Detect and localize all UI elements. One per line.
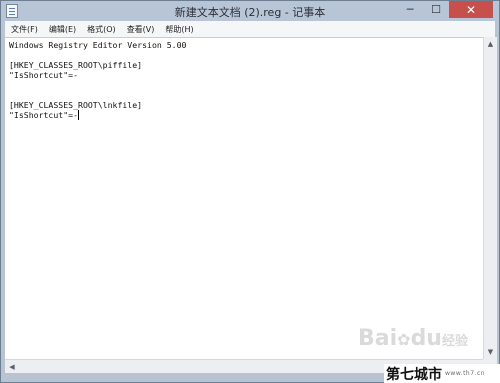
scroll-left-icon[interactable]: ◀: [5, 360, 19, 373]
editor-content[interactable]: Windows Registry Editor Version 5.00 [HK…: [5, 38, 483, 120]
menu-edit[interactable]: 编辑(E): [49, 24, 76, 35]
baidu-jingyan-watermark: Bai✿du经验: [358, 326, 468, 351]
close-button[interactable]: ✕: [449, 1, 493, 18]
text-editor[interactable]: Windows Registry Editor Version 5.00 [HK…: [5, 37, 483, 359]
text-line-with-caret: "IsShortcut"=-: [9, 110, 483, 120]
menu-format[interactable]: 格式(O): [87, 24, 116, 35]
scroll-up-icon[interactable]: ▲: [484, 37, 497, 51]
menu-help[interactable]: 帮助(H): [165, 24, 193, 35]
window-controls: ─ ☐ ✕: [397, 1, 493, 19]
minimize-button[interactable]: ─: [397, 1, 423, 18]
text-caret: [78, 110, 80, 120]
scroll-down-icon[interactable]: ▼: [484, 345, 497, 359]
notepad-icon: [6, 4, 18, 18]
site-logo: 第七城市 www.th7.cn: [384, 364, 500, 383]
vertical-scrollbar[interactable]: ▲ ▼: [483, 37, 497, 359]
menu-bar: 文件(F) 编辑(E) 格式(O) 查看(V) 帮助(H): [5, 21, 495, 37]
window-title: 新建文本文档 (2).reg - 记事本: [174, 6, 326, 19]
maximize-button[interactable]: ☐: [423, 1, 449, 18]
text-line: "IsShortcut"=-: [9, 70, 79, 80]
text-line: [HKEY_CLASSES_ROOT\piffile]: [9, 60, 143, 70]
text-line: [9, 50, 483, 60]
menu-file[interactable]: 文件(F): [11, 24, 38, 35]
title-bar[interactable]: 新建文本文档 (2).reg - 记事本 ─ ☐ ✕: [1, 1, 499, 21]
watermark-text-b: du: [410, 326, 442, 351]
site-url: www.th7.cn: [445, 370, 486, 377]
text-line-last: "IsShortcut"=-: [9, 110, 79, 120]
text-line: [9, 80, 483, 90]
text-line: Windows Registry Editor Version 5.00: [9, 40, 187, 50]
menu-view[interactable]: 查看(V): [127, 24, 155, 35]
site-name: 第七城市: [386, 366, 442, 383]
watermark-text-a: Bai: [358, 326, 398, 351]
text-line: [9, 90, 483, 100]
text-line: [HKEY_CLASSES_ROOT\lnkfile]: [9, 100, 143, 110]
watermark-jingyan: 经验: [441, 334, 468, 349]
paw-icon: ✿: [397, 330, 411, 349]
